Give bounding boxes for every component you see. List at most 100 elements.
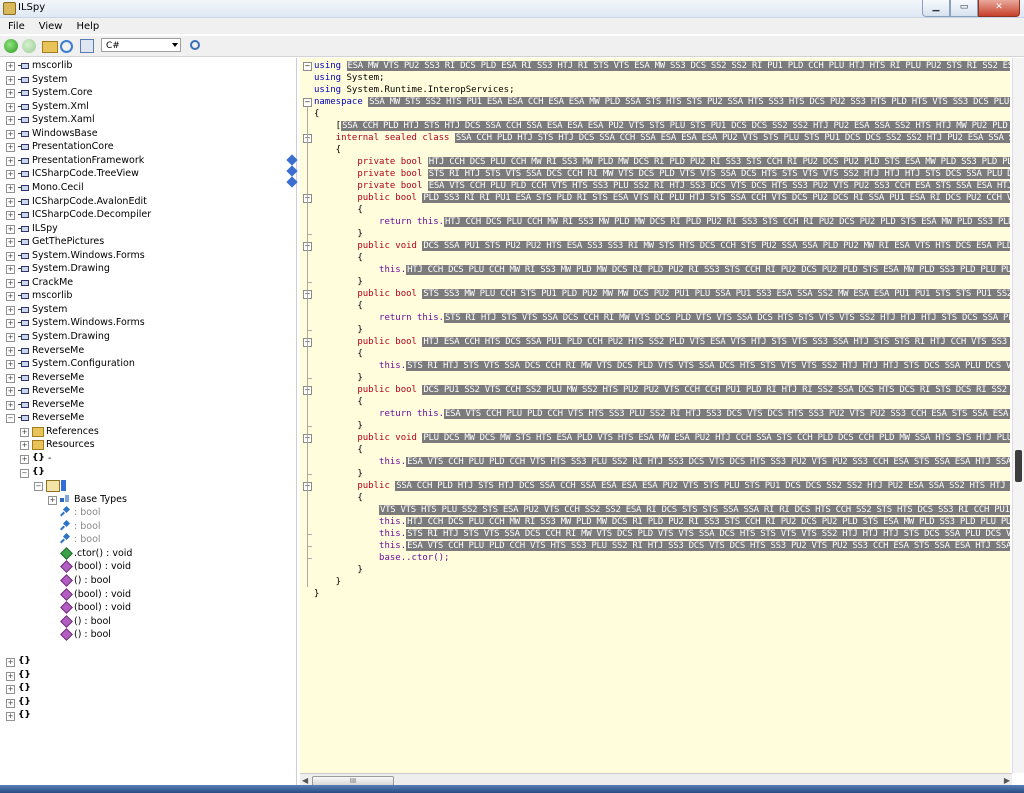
scroll-right-icon[interactable]: ▶: [1004, 776, 1010, 785]
code-line: namespace SSA MW STS SS2 HTS PU1 ESA ESA…: [314, 96, 1010, 108]
code-token: }: [314, 577, 342, 587]
maximize-button[interactable]: ▭: [950, 0, 978, 17]
expand-icon[interactable]: +: [6, 75, 15, 85]
code-token: private bool: [314, 157, 428, 167]
search-icon[interactable]: [190, 40, 200, 50]
expand-icon[interactable]: +: [6, 265, 15, 275]
code-line: }: [314, 228, 362, 240]
open-icon[interactable]: [42, 41, 58, 53]
vertical-scroll-thumb[interactable]: [1015, 450, 1022, 482]
expand-icon[interactable]: +: [6, 319, 15, 329]
menu-file[interactable]: File: [6, 21, 27, 32]
expand-icon[interactable]: +: [6, 658, 15, 668]
expand-icon[interactable]: +: [6, 184, 15, 193]
menu-help[interactable]: Help: [74, 21, 101, 32]
expand-icon[interactable]: +: [6, 251, 15, 261]
code-token: using: [314, 85, 347, 95]
expand-icon[interactable]: +: [6, 224, 15, 234]
collapse-icon[interactable]: −: [6, 414, 15, 424]
obfuscated-identifier: SSA CCH PLD HTJ STS HTJ DCS SSA CCH SSA …: [454, 133, 1010, 143]
window-title: ILSpy: [18, 2, 46, 13]
expand-icon[interactable]: +: [6, 197, 15, 207]
expand-icon[interactable]: +: [6, 346, 15, 356]
tree-node-label: PresentationCore: [32, 141, 114, 153]
expand-icon[interactable]: +: [6, 89, 15, 99]
fold-toggle-icon[interactable]: −: [303, 62, 312, 71]
forward-icon[interactable]: [22, 39, 36, 53]
code-token: public: [314, 481, 396, 491]
close-button[interactable]: ✕: [978, 0, 1020, 17]
reference-icon: [18, 252, 29, 259]
expand-icon[interactable]: +: [6, 129, 15, 139]
expand-icon[interactable]: +: [6, 373, 15, 383]
expand-icon[interactable]: +: [48, 495, 57, 505]
expand-icon[interactable]: +: [6, 211, 15, 221]
code-token: }: [314, 325, 363, 335]
code-token: System;: [346, 73, 385, 83]
expand-icon[interactable]: +: [6, 143, 15, 153]
expand-icon[interactable]: +: [6, 712, 15, 722]
expand-icon[interactable]: +: [6, 238, 15, 248]
namespace-icon: {}: [18, 669, 31, 680]
code-token: }: [314, 421, 363, 431]
taskbar: [0, 785, 1024, 793]
code-token: public void: [314, 433, 423, 443]
expand-icon[interactable]: +: [6, 156, 15, 166]
tree-node-label: System.Xml: [32, 100, 89, 112]
window-controls: ▁ ▭ ✕: [922, 0, 1020, 17]
scroll-left-icon[interactable]: ◀: [302, 776, 308, 785]
minimize-button[interactable]: ▁: [922, 0, 950, 17]
reference-icon: [18, 103, 29, 110]
back-icon[interactable]: [4, 39, 18, 53]
obfuscated-identifier: HTJ ESA CCH HTS DCS SSA PU1 PLD CCH PU2 …: [422, 337, 1010, 347]
fold-toggle-icon[interactable]: −: [303, 98, 312, 107]
language-select[interactable]: C#: [101, 38, 181, 52]
tree-node-label: (bool) : void: [74, 602, 132, 613]
collapse-icon[interactable]: −: [34, 482, 43, 492]
expand-icon[interactable]: +: [6, 685, 15, 695]
tree-node-label: () : bool: [74, 615, 111, 627]
code-editor[interactable]: −−−−−−−−−− using ESA MW VTS PU2 SS3 RI D…: [300, 58, 1010, 773]
ilspy-app-icon: [3, 2, 16, 15]
expand-icon[interactable]: +: [6, 387, 15, 397]
namespace-icon: {}: [18, 656, 31, 667]
expand-icon[interactable]: +: [6, 102, 15, 112]
vertical-scrollbar[interactable]: [1012, 58, 1024, 773]
expand-icon[interactable]: +: [6, 400, 15, 410]
tree-node-label: System.Windows.Forms: [32, 317, 145, 329]
code-line: return this.STS RI HTJ STS VTS SSA DCS C…: [314, 312, 1010, 324]
expand-icon[interactable]: +: [6, 62, 15, 71]
tree-node-label: CrackMe: [32, 276, 74, 288]
expand-icon[interactable]: +: [6, 333, 15, 342]
expand-icon[interactable]: +: [6, 116, 15, 126]
expand-icon[interactable]: +: [20, 427, 29, 437]
expand-icon[interactable]: +: [6, 278, 15, 288]
tree-node-label: -: [48, 453, 52, 464]
expand-icon[interactable]: +: [6, 170, 15, 180]
obfuscated-identifier: SSA MW STS SS2 HTS PU1 ESA ESA CCH ESA E…: [368, 97, 1010, 107]
assembly-tree-pane[interactable]: + mscorlib + System + System.Core + System.Xml +…: [0, 58, 297, 793]
expand-icon[interactable]: +: [6, 305, 15, 315]
collapse-icon[interactable]: −: [20, 468, 29, 478]
show-internal-icon[interactable]: [80, 39, 94, 53]
expand-icon[interactable]: +: [6, 698, 15, 708]
menu-view[interactable]: View: [37, 21, 65, 32]
tree-node-label: ICSharpCode.AvalonEdit: [32, 195, 147, 207]
code-token: {: [314, 205, 363, 215]
tree-node-label: System.Core: [32, 87, 93, 99]
expand-icon[interactable]: +: [20, 441, 29, 451]
obfuscated-identifier: SSA CCH PLD HTJ STS HTJ DCS SSA CCH SSA …: [341, 121, 1010, 131]
expand-icon[interactable]: +: [6, 671, 15, 681]
obfuscated-identifier: STS RI HTJ STS VTS SSA DCS CCH RI MW VTS…: [444, 313, 1010, 323]
expand-icon[interactable]: +: [20, 455, 29, 464]
obfuscated-identifier: ESA MW VTS PU2 SS3 RI DCS PLD ESA RI SS3…: [346, 61, 1010, 71]
code-line: public bool STS SS3 MW PLU CCH STS PU1 P…: [314, 288, 1010, 300]
tree-node-label: System.Drawing: [32, 331, 110, 342]
code-token: return this.: [314, 313, 445, 323]
bookmark-icon: [286, 176, 298, 188]
reload-icon[interactable]: [60, 40, 73, 53]
tree-node-label: System: [32, 73, 68, 85]
tree-node-label: ReverseMe: [32, 371, 85, 383]
expand-icon[interactable]: +: [6, 292, 15, 302]
expand-icon[interactable]: +: [6, 360, 15, 370]
